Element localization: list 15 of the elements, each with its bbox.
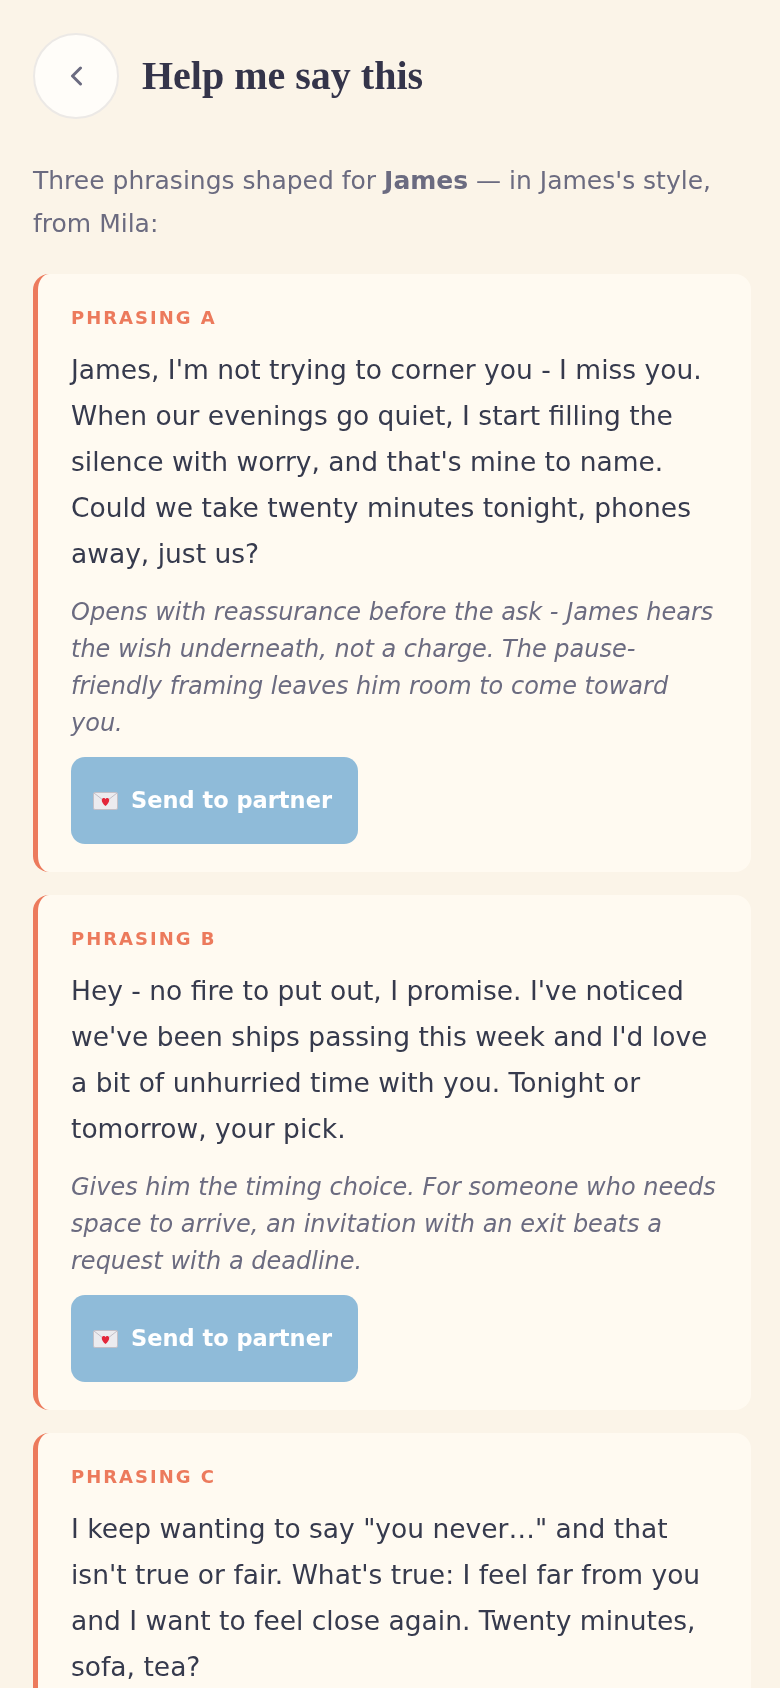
phrasing-note: Opens with reassurance before the ask - James hears the wish underneath, not a charge. The pause-friendly framing leaves him room to come toward you. <box>71 597 715 739</box>
phrasing-note: Gives him the timing choice. For someone who needs space to arrive, an invitation with an exit beats a request with a deadline. <box>71 1172 717 1277</box>
phrasing-label: PHRASING C <box>71 1465 217 1489</box>
phrasing-label: PHRASING B <box>71 927 217 951</box>
love-letter-icon <box>93 1329 118 1348</box>
send-to-partner-button[interactable]: Send to partner <box>71 1295 358 1382</box>
chevron-left-icon <box>69 66 83 86</box>
phrasing-message: Hey - no fire to put out, I promise. I've noticed we've been ships passing this week and I'd love a bit of unhurried time with you. Tonight or tomorrow, your pick. <box>71 974 709 1146</box>
send-to-partner-button[interactable]: Send to partner <box>71 757 358 844</box>
page-title: Help me say this <box>142 53 424 99</box>
love-letter-icon <box>93 791 118 810</box>
phrasing-label: PHRASING A <box>71 306 217 330</box>
intro-text: Three phrasings shaped for James — in James's style, from Mila: <box>33 165 712 240</box>
phrasing-message: I keep wanting to say "you never…" and that isn't true or fair. What's true: I feel far from you and I want to feel close again. Twenty minutes, sofa, tea? <box>71 1512 702 1684</box>
phrasing-message: James, I'm not trying to corner you - I miss you. When our evenings go quiet, I start filling the silence with worry, and that's mine to name. Could we take twenty minutes tonight, phones away, just us? <box>71 353 703 571</box>
